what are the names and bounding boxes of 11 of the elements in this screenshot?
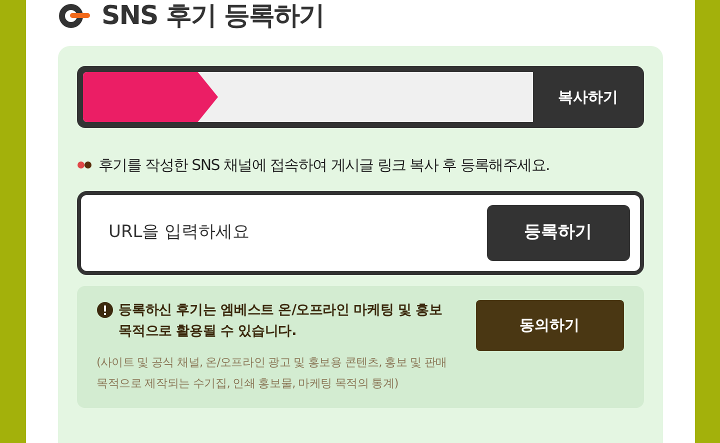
bullet-icon [76, 161, 92, 170]
notice-message: 등록하신 후기는 엠베스트 온/오프라인 마케팅 및 홍보 목적으로 활용될 수 있습니다. [118, 300, 444, 340]
instruction-text: 후기를 작성한 SNS 채널에 접속하여 게시글 링크 복사 후 등록해주세요. [98, 155, 550, 176]
copy-button[interactable]: 복사하기 [532, 72, 644, 122]
register-button[interactable]: 등록하기 [486, 204, 630, 260]
logo-icon [58, 3, 92, 29]
exclamation-icon [96, 302, 112, 318]
notice-detail: (사이트 및 공식 채널, 온/오프라인 광고 및 홍보용 콘텐츠, 홍보 및 판매 목적으로 제작되는 수기집, 인쇄 홍보물, 마케팅 목적의 통계) [96, 354, 448, 392]
page-title: SNS 후기 등록하기 [102, 0, 324, 32]
agree-button[interactable]: 동의하기 [476, 300, 624, 350]
url-input[interactable]: URL을 입력하세요 [108, 220, 486, 246]
